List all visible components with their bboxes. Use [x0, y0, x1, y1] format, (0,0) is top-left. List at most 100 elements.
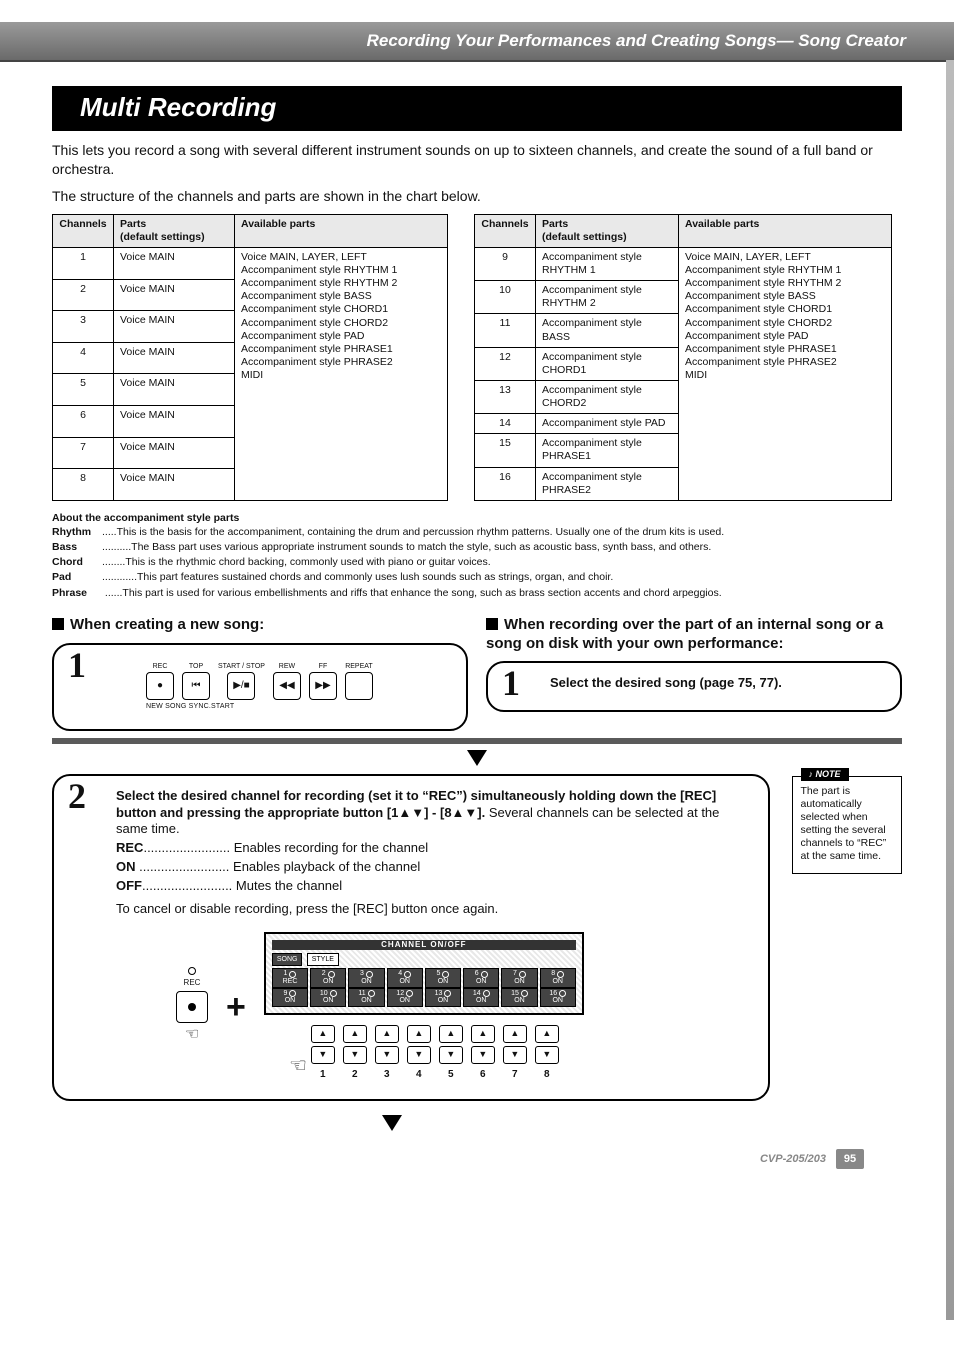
square-bullet-icon	[52, 618, 64, 630]
square-bullet-icon	[486, 618, 498, 630]
model-label: CVP-205/203	[760, 1153, 826, 1165]
lcd-side-style: STYLE	[307, 953, 339, 966]
arrow-down-icon	[382, 1115, 402, 1131]
about-row: Pad............This part features sustai…	[52, 570, 902, 584]
flow-arrow-2	[52, 1115, 902, 1131]
th-parts: Parts (default settings)	[536, 214, 679, 247]
th-channels: Channels	[475, 214, 536, 247]
lcd-cell: 6ON	[463, 968, 499, 987]
updown-pair: ▲▼2	[343, 1025, 367, 1081]
startstop-button: START / STOP▶/■	[218, 663, 265, 700]
channel-tables: Channels Parts (default settings) Availa…	[52, 214, 902, 501]
th-parts: Parts (default settings)	[114, 214, 235, 247]
rew-button: REW◀◀	[273, 663, 301, 700]
updown-pair: ▲▼4	[407, 1025, 431, 1081]
repeat-button: REPEAT	[345, 663, 373, 700]
plus-icon: +	[226, 990, 246, 1024]
channel-table-left: Channels Parts (default settings) Availa…	[52, 214, 448, 501]
lcd-cell: 12ON	[387, 988, 423, 1007]
lcd-row-2: 9ON 10ON 11ON 12ON 13ON 14ON 15ON 16ON	[272, 988, 576, 1007]
updown-pair: ▲▼1	[311, 1025, 335, 1081]
table-row: 1Voice MAINVoice MAIN, LAYER, LEFT Accom…	[53, 247, 448, 279]
updown-pair: ▲▼6	[471, 1025, 495, 1081]
flow-arrow	[52, 750, 902, 766]
step-number: 1	[502, 665, 520, 701]
hand-icon: ☜	[185, 1025, 199, 1046]
about-row: Phrase ......This part is used for vario…	[52, 586, 902, 600]
channel-table-right: Channels Parts (default settings) Availa…	[474, 214, 892, 501]
section-title: Multi Recording	[52, 86, 902, 131]
page-footer: CVP-205/203 95	[52, 1149, 902, 1169]
about-accompaniment: About the accompaniment style parts Rhyt…	[52, 511, 902, 600]
step-1-left: 1 REC● TOP⏮ START / STOP▶/■ REW◀◀ FF▶▶ R…	[52, 643, 468, 731]
page-number: 95	[836, 1149, 864, 1169]
lcd-cell: 14ON	[463, 988, 499, 1007]
th-available: Available parts	[235, 214, 448, 247]
intro-paragraph-2: The structure of the channels and parts …	[52, 187, 902, 206]
step2-rec-line: REC........................ Enables reco…	[116, 840, 750, 857]
sync-start-label: NEW SONG SYNC.START	[146, 702, 448, 711]
top-button: TOP⏮	[182, 663, 210, 700]
left-col-heading: When creating a new song:	[52, 616, 468, 635]
number-button-row: ☞ ▲▼1 ▲▼2 ▲▼3 ▲▼4 ▲▼5 ▲▼6 ▲▼7 ▲▼8	[264, 1025, 584, 1081]
lcd-cell: 11ON	[348, 988, 384, 1007]
step2-on-line: ON ......................... Enables pla…	[116, 859, 750, 876]
note-tag: NOTE	[801, 768, 849, 781]
rec-button: REC●	[146, 663, 174, 700]
lcd-cell: 9ON	[272, 988, 308, 1007]
updown-pair: ▲▼3	[375, 1025, 399, 1081]
right-col-heading: When recording over the part of an inter…	[486, 616, 902, 654]
page-edge-decoration	[946, 60, 954, 1320]
lcd-side-song: SONG	[272, 953, 303, 966]
lcd-cell: 7ON	[501, 968, 537, 987]
available-parts-cell: Voice MAIN, LAYER, LEFT Accompaniment st…	[235, 247, 448, 500]
lcd-cell: 15ON	[501, 988, 537, 1007]
rec-label: REC	[184, 978, 201, 988]
lcd-cell: 16ON	[540, 988, 576, 1007]
th-channels: Channels	[53, 214, 114, 247]
table-row: 9Accompaniment style RHYTHM 1Voice MAIN,…	[475, 247, 892, 280]
record-dot-icon	[188, 1003, 196, 1011]
arrow-down-icon	[467, 750, 487, 766]
channel-panel: CHANNEL ON/OFF SONG STYLE 1REC 2ON 3ON 4…	[264, 932, 584, 1081]
step2-cancel-line: To cancel or disable recording, press th…	[116, 901, 750, 918]
lcd-screen: CHANNEL ON/OFF SONG STYLE 1REC 2ON 3ON 4…	[264, 932, 584, 1015]
about-row: Bass..........The Bass part uses various…	[52, 540, 902, 554]
th-available: Available parts	[679, 214, 892, 247]
lcd-cell: 5ON	[425, 968, 461, 987]
lcd-cell: 3ON	[348, 968, 384, 987]
hand-icon: ☞	[289, 1053, 307, 1079]
lcd-cell: 1REC	[272, 968, 308, 987]
step2-instruction: Select the desired channel for recording…	[116, 788, 750, 839]
lcd-row-1: 1REC 2ON 3ON 4ON 5ON 6ON 7ON 8ON	[272, 968, 576, 987]
lcd-cell: 13ON	[425, 988, 461, 1007]
step-number: 1	[68, 647, 86, 683]
lcd-cell: 10ON	[310, 988, 346, 1007]
about-row: Rhythm.....This is the basis for the acc…	[52, 525, 902, 539]
note-box: NOTE The part is automatically selected …	[792, 776, 903, 875]
step-number: 2	[68, 778, 86, 814]
updown-pair: ▲▼7	[503, 1025, 527, 1081]
about-row: Chord........This is the rhythmic chord …	[52, 555, 902, 569]
lcd-title: CHANNEL ON/OFF	[272, 940, 576, 950]
step2-illustration: REC ☜ + CHANNEL ON/OFF SONG STYLE	[176, 932, 750, 1081]
lcd-cell: 2ON	[310, 968, 346, 987]
lcd-cell: 4ON	[387, 968, 423, 987]
step-1-right: 1 Select the desired song (page 75, 77).	[486, 661, 902, 712]
lcd-cell: 8ON	[540, 968, 576, 987]
about-heading: About the accompaniment style parts	[52, 511, 902, 525]
updown-pair: ▲▼8	[535, 1025, 559, 1081]
available-parts-cell: Voice MAIN, LAYER, LEFT Accompaniment st…	[679, 247, 892, 500]
led-icon	[188, 967, 196, 975]
ff-button: FF▶▶	[309, 663, 337, 700]
intro-paragraph-1: This lets you record a song with several…	[52, 141, 902, 179]
step1-right-text: Select the desired song (page 75, 77).	[550, 675, 882, 692]
breadcrumb: Recording Your Performances and Creating…	[367, 31, 906, 51]
note-text: The part is automatically selected when …	[801, 785, 894, 864]
step2-off-line: OFF......................... Mutes the c…	[116, 878, 750, 895]
updown-pair: ▲▼5	[439, 1025, 463, 1081]
transport-buttons: REC● TOP⏮ START / STOP▶/■ REW◀◀ FF▶▶ REP…	[146, 663, 448, 700]
breadcrumb-bar: Recording Your Performances and Creating…	[0, 22, 954, 62]
step-2: 2 Select the desired channel for recordi…	[52, 774, 770, 1101]
rec-button-illustration: REC ☜	[176, 967, 208, 1045]
